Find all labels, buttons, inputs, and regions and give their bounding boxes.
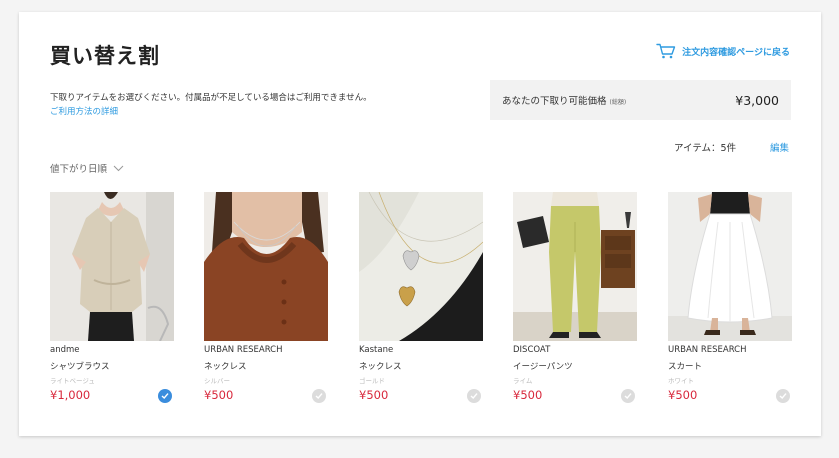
product-type: イージーパンツ (513, 362, 573, 372)
product-card[interactable]: andme シャツブラウス ライトベージュ ¥1,000 (50, 192, 174, 407)
check-icon (470, 393, 478, 400)
product-card[interactable]: DISCOAT イージーパンツ ライム ¥500 (513, 192, 637, 407)
product-image (513, 192, 637, 341)
cart-icon (656, 43, 676, 59)
tradein-price-note: (総額) (609, 99, 627, 106)
back-link-label: 注文内容確認ページに戻る (682, 47, 790, 58)
select-checkbox[interactable] (158, 389, 172, 403)
select-checkbox[interactable] (467, 389, 481, 403)
product-image (668, 192, 792, 341)
product-card[interactable]: Kastane ネックレス ゴールド ¥500 (359, 192, 483, 407)
product-brand: andme (50, 345, 80, 355)
chevron-down-icon (113, 165, 124, 171)
product-price: ¥500 (359, 388, 389, 402)
product-type: シャツブラウス (50, 362, 110, 372)
product-image (359, 192, 483, 341)
tradein-price-box: あなたの下取り可能価格 (総額) ¥3,000 (490, 80, 791, 120)
item-count: アイテム：5件 (674, 143, 737, 154)
product-color: ゴールド (359, 377, 385, 385)
product-card[interactable]: URBAN RESEARCH ネックレス シルバー ¥500 (204, 192, 328, 407)
product-price: ¥500 (513, 388, 543, 402)
usage-details-link[interactable]: ご利用方法の詳細 (50, 105, 118, 117)
back-to-order-link[interactable]: 注文内容確認ページに戻る (656, 43, 790, 59)
select-checkbox[interactable] (312, 389, 326, 403)
product-color: ホワイト (668, 377, 694, 385)
tradein-panel: 買い替え割 注文内容確認ページに戻る 下取りアイテムをお選びください。付属品が不… (19, 12, 821, 436)
check-icon (161, 393, 169, 400)
product-brand: URBAN RESEARCH (668, 345, 747, 355)
sort-label: 値下がり日順 (50, 164, 108, 175)
product-price: ¥1,000 (50, 388, 91, 402)
select-checkbox[interactable] (621, 389, 635, 403)
product-brand: URBAN RESEARCH (204, 345, 283, 355)
product-brand: Kastane (359, 345, 394, 355)
page-title: 買い替え割 (50, 44, 160, 68)
product-type: ネックレス (359, 362, 402, 372)
product-color: シルバー (204, 377, 230, 385)
product-list: andme シャツブラウス ライトベージュ ¥1,000 URBAN RESEA… (50, 192, 792, 407)
edit-button[interactable]: 編集 (770, 140, 789, 154)
product-color: ライトベージュ (50, 377, 95, 385)
tradein-price-label: あなたの下取り可能価格 (502, 96, 607, 107)
product-type: スカート (668, 362, 703, 372)
product-brand: DISCOAT (513, 345, 551, 355)
check-icon (315, 393, 323, 400)
product-card[interactable]: URBAN RESEARCH スカート ホワイト ¥500 (668, 192, 792, 407)
check-icon (779, 393, 787, 400)
product-type: ネックレス (204, 362, 247, 372)
select-checkbox[interactable] (776, 389, 790, 403)
sort-dropdown[interactable]: 値下がり日順 (50, 161, 124, 175)
product-image (204, 192, 328, 341)
instruction-text: 下取りアイテムをお選びください。付属品が不足している場合はご利用できません。 (50, 93, 372, 103)
tradein-price-label-wrap: あなたの下取り可能価格 (総額) (502, 93, 626, 107)
product-price: ¥500 (204, 388, 234, 402)
check-icon (624, 393, 632, 400)
product-price: ¥500 (668, 388, 698, 402)
product-image (50, 192, 174, 341)
tradein-price-value: ¥3,000 (735, 92, 779, 108)
product-color: ライム (513, 377, 533, 385)
